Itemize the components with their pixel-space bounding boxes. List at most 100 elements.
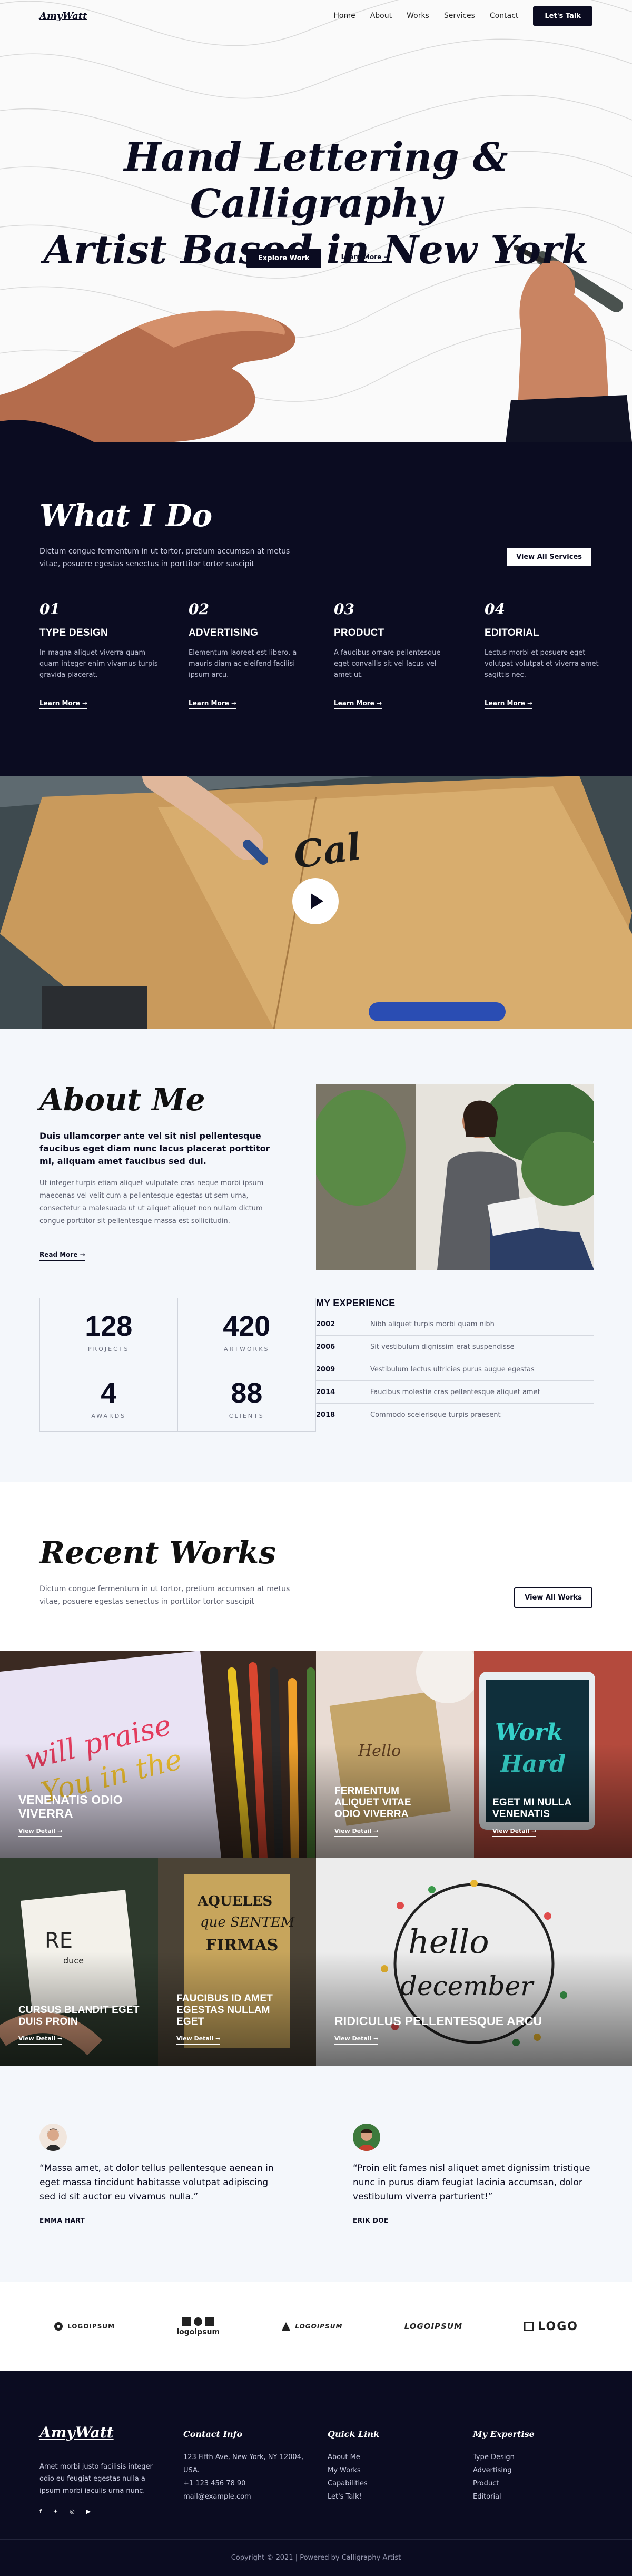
about-title: About Me [39,1082,205,1118]
view-detail-link[interactable]: View Detail → [18,1828,63,1837]
stat-label: CLIENTS [229,1412,264,1419]
footer-link-about[interactable]: About Me [328,2451,379,2464]
stat-value: 128 [85,1310,133,1343]
work-tile[interactable]: Work Hard Eget mi Nulla Venenatis View D… [474,1651,632,1858]
experience-year: 2014 [316,1388,335,1396]
youtube-icon[interactable]: ▶ [86,2508,91,2515]
contact-country: USA. [183,2466,200,2474]
footer-expertise-item[interactable]: Editorial [473,2490,535,2503]
service-text: In magna aliquet viverra quam quam integ… [39,649,158,679]
work-title: Fermentum Aliquet Vitae Odio Viverra [334,1785,411,1820]
work-tile[interactable]: AQUELES que SENTEM FIRMAS Faucibus id Am… [158,1858,316,2066]
footer-logo[interactable]: AmyWatt [39,2424,114,2441]
footer-expertise-title: My Expertise [473,2429,535,2439]
svg-text:december: december [400,1971,535,2001]
footer-about: Amet morbi justo facilisis integer odio … [39,2463,153,2495]
twitter-icon[interactable]: ✦ [53,2508,58,2515]
view-detail-link[interactable]: View Detail → [492,1828,537,1837]
footer-expertise-item[interactable]: Product [473,2477,535,2490]
svg-text:RE: RE [45,1929,73,1953]
lets-talk-button[interactable]: Let's Talk [533,6,592,26]
avatar [353,2124,380,2151]
svg-text:Hard: Hard [499,1751,566,1778]
experience-year: 2006 [316,1343,335,1351]
service-text: A faucibus ornare pellentesque eget conv… [334,649,441,679]
footer-link-talk[interactable]: Let's Talk! [328,2490,379,2503]
footer-quick-title: Quick Link [328,2429,380,2439]
view-detail-link[interactable]: View Detail → [334,2035,379,2045]
play-video-button[interactable] [292,878,339,924]
avatar [39,2124,67,2151]
view-detail-link[interactable]: View Detail → [18,2035,63,2045]
service-title: Advertising [189,627,259,638]
service-text: Lectus morbi et posuere eget volutpat vo… [485,649,599,679]
work-caption: Cursus Blandit Eget Duis Proin View Deta… [18,2005,140,2045]
service-learn-more-link[interactable]: Learn More → [189,699,236,709]
contact-email[interactable]: mail@example.com [183,2490,304,2503]
work-tile[interactable]: RE duce Cursus Blandit Eget Duis Proin V… [0,1858,158,2066]
work-title: Ridiculus Pellentesque Arcu [334,2014,542,2028]
view-all-works-button[interactable]: View All Works [514,1587,592,1608]
footer-contact-title: Contact Info [183,2429,243,2439]
nav-services[interactable]: Services [444,12,475,20]
services-title: What I Do [39,498,213,534]
main-nav: Home About Works Services Contact Let's … [333,6,592,26]
about-section: About Me Duis ullamcorper ante vel sit n… [0,1029,632,1482]
view-detail-link[interactable]: View Detail → [176,2035,221,2045]
client-logo-text: logoipsum [176,2328,220,2336]
footer-contact: Contact Info 123 Fifth Ave, New York, NY… [183,2429,304,2503]
work-title: Cursus Blandit Eget Duis Proin [18,2005,140,2027]
stat-value: 88 [231,1377,263,1409]
nav-about[interactable]: About [370,12,392,20]
service-learn-more-link[interactable]: Learn More → [39,699,87,709]
stat-label: AWARDS [91,1412,126,1419]
learn-more-link[interactable]: Learn More → [341,253,389,263]
services-intro: Dictum congue fermentum in ut tortor, pr… [39,547,290,568]
testimonial-quote: “Massa amet, at dolor tellus pellentesqu… [39,2163,274,2202]
testimonial-card: “Proin elit fames nisl aliquet amet dign… [353,2124,595,2224]
view-detail-link[interactable]: View Detail → [334,1828,379,1837]
client-logo: LOGOIPSUM [404,2322,462,2331]
experience-row: 2006 Sit vestibulum dignissim erat suspen… [316,1336,594,1358]
explore-work-button[interactable]: Explore Work [246,249,321,268]
view-all-services-button[interactable]: View All Services [506,547,592,567]
service-learn-more-link[interactable]: Learn More → [485,699,532,709]
svg-text:AQUELES: AQUELES [197,1893,272,1909]
client-logo-text: LOGO [538,2320,578,2333]
nav-works[interactable]: Works [407,12,429,20]
footer-expertise-item[interactable]: Advertising [473,2464,535,2477]
site-logo[interactable]: AmyWatt [39,11,87,22]
service-title: Product [334,627,384,638]
works-section-header: Recent Works Dictum congue fermentum in … [0,1482,632,1651]
contact-phone[interactable]: +1 123 456 78 90 [183,2477,304,2490]
svg-text:Hello: Hello [358,1742,401,1760]
logo-mark-icon [182,2317,214,2326]
experience-text: Commodo scelerisque turpis praesent [370,1410,501,1419]
work-tile[interactable]: hello december Ridiculus Pellentesque Ar… [316,1858,632,2066]
svg-text:hello: hello [408,1922,489,1961]
footer-link-works[interactable]: My Works [328,2464,379,2477]
testimonial-author: ERIK DOE [353,2217,389,2224]
work-tile[interactable]: will praise You in the Venenatis Odio Vi… [0,1651,316,1858]
footer-expertise-item[interactable]: Type Design [473,2451,535,2464]
experience-text: Sit vestibulum dignissim erat suspendiss… [370,1343,515,1351]
service-learn-more-link[interactable]: Learn More → [334,699,382,709]
stat-artworks: 420 ARTWORKS [177,1298,315,1365]
facebook-icon[interactable]: f [39,2508,42,2515]
nav-home[interactable]: Home [333,12,355,20]
experience-row: 2014 Faucibus molestie cras pellentesque … [316,1381,594,1404]
experience-text: Vestibulum lectus ultricies purus augue … [370,1365,535,1374]
stat-value: 420 [223,1310,271,1343]
instagram-icon[interactable]: ◎ [70,2508,75,2515]
service-card: 04 Editorial Lectus morbi et posuere ege… [485,600,606,709]
client-logos: LOGOIPSUM logoipsum LOGOIPSUM LOGOIPSUM … [0,2282,632,2371]
footer-link-capabilities[interactable]: Capabilities [328,2477,379,2490]
hero-section: Hand Lettering & Calligraphy Artist Base… [0,0,632,442]
about-lead: Duis ullamcorper ante vel sit nisl pelle… [39,1131,270,1166]
work-tile[interactable]: Hello Fermentum Aliquet Vitae Odio Viver… [316,1651,474,1858]
footer-quick-links: Quick Link About Me My Works Capabilitie… [328,2429,379,2503]
nav-contact[interactable]: Contact [490,12,518,20]
read-more-link[interactable]: Read More → [39,1251,85,1261]
copyright: Copyright © 2021 | Powered by Calligraph… [0,2539,632,2576]
stat-label: ARTWORKS [224,1346,270,1353]
